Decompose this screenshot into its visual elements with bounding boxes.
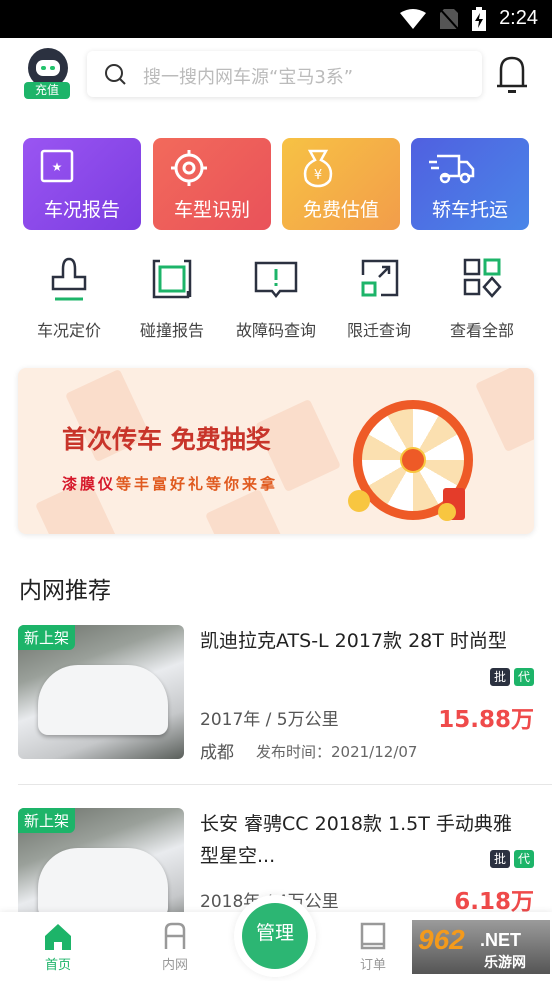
grid-icon bbox=[463, 258, 502, 298]
nav-intranet[interactable]: 内网 bbox=[135, 922, 215, 973]
manage-button[interactable]: 管理 bbox=[234, 895, 316, 977]
collision-icon bbox=[152, 259, 192, 299]
clock: 2:24 bbox=[499, 7, 538, 29]
watermark-logo: 962 .NET 乐游网 bbox=[412, 920, 550, 974]
nav-home[interactable]: 首页 bbox=[18, 922, 98, 973]
agent-badge: 代 bbox=[514, 668, 534, 686]
listing-title[interactable]: 长安 睿骋CC 2018款 1.5T 手动典雅型星空... bbox=[200, 808, 530, 872]
target-icon bbox=[171, 150, 207, 186]
search-icon bbox=[105, 64, 126, 85]
listing-spec: 2017年 / 5万公里 bbox=[200, 710, 339, 730]
book-icon bbox=[360, 922, 386, 950]
tile-free-valuation[interactable]: ¥ 免费估值 bbox=[282, 138, 400, 230]
listing-published: 发布时间：2021/12/07 bbox=[256, 743, 418, 761]
agent-badge: 代 bbox=[514, 850, 534, 868]
expand-icon bbox=[361, 259, 399, 297]
quick-migration-check[interactable]: 限迁查询 bbox=[327, 255, 431, 341]
listing-title[interactable]: 凯迪拉克ATS-L 2017款 28T 时尚型 bbox=[200, 625, 540, 657]
search-input[interactable]: 搜一搜内网车源“宝马3系” bbox=[87, 51, 482, 97]
no-sim-icon bbox=[440, 9, 458, 29]
nav-orders[interactable]: 订单 bbox=[333, 922, 413, 973]
battery-charging-icon bbox=[472, 7, 486, 31]
listing-city: 成都 bbox=[200, 743, 234, 763]
quick-fault-code[interactable]: 故障码查询 bbox=[224, 255, 328, 341]
section-title: 内网推荐 bbox=[19, 578, 111, 604]
banner-subtitle: 漆膜仪等丰富好礼等你来拿 bbox=[62, 475, 279, 493]
stamp-icon bbox=[51, 257, 87, 301]
listing-price: 6.18万 bbox=[454, 889, 534, 915]
svg-text:¥: ¥ bbox=[314, 168, 322, 183]
listing-badges: 批 代 bbox=[490, 668, 534, 686]
quick-view-all[interactable]: 查看全部 bbox=[430, 255, 534, 341]
svg-text:★: ★ bbox=[52, 160, 63, 174]
recharge-badge[interactable]: 充值 bbox=[24, 82, 70, 99]
tile-model-recognition[interactable]: 车型识别 bbox=[153, 138, 271, 230]
wifi-icon bbox=[400, 9, 426, 29]
truck-icon bbox=[429, 154, 475, 184]
quick-collision-report[interactable]: 碰撞报告 bbox=[120, 255, 224, 341]
banner-title: 首次传车 免费抽奖 bbox=[62, 425, 271, 454]
divider bbox=[18, 784, 552, 785]
tile-car-shipping[interactable]: 轿车托运 bbox=[411, 138, 529, 230]
car-front-icon bbox=[164, 922, 186, 949]
search-placeholder: 搜一搜内网车源“宝马3系” bbox=[143, 67, 354, 88]
listing-image[interactable]: 新上架 bbox=[18, 625, 184, 759]
listing-price: 15.88万 bbox=[438, 707, 534, 733]
wholesale-badge: 批 bbox=[490, 850, 510, 868]
alert-message-icon bbox=[254, 261, 298, 299]
quick-car-pricing[interactable]: 车况定价 bbox=[17, 255, 121, 341]
report-star-icon: ★ bbox=[40, 149, 74, 183]
money-bag-icon: ¥ bbox=[303, 149, 333, 188]
listing-badges: 批 代 bbox=[490, 850, 534, 868]
bell-icon[interactable] bbox=[496, 54, 528, 94]
promo-banner[interactable]: 首次传车 免费抽奖 漆膜仪等丰富好礼等你来拿 bbox=[18, 368, 534, 534]
home-icon bbox=[45, 924, 71, 950]
tile-car-report[interactable]: ★ 车况报告 bbox=[23, 138, 141, 230]
status-bar: 2:24 bbox=[0, 0, 552, 38]
wholesale-badge: 批 bbox=[490, 668, 510, 686]
